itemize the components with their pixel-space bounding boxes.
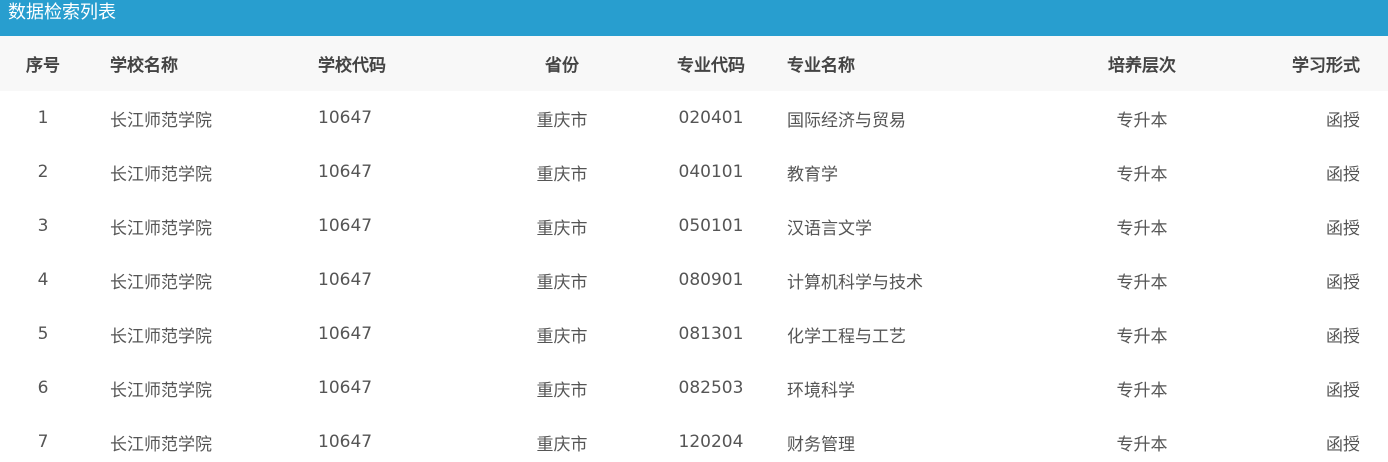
cell-index: 4 — [37, 270, 49, 290]
header-index: 序号 — [26, 56, 60, 76]
header-major-code: 专业代码 — [677, 56, 745, 76]
cell-province: 重庆市 — [536, 218, 588, 239]
table-row: 4 长江师范学院 10647 重庆市 080901 计算机科学与技术 专升本 函… — [0, 253, 1388, 307]
cell-school-name: 长江师范学院 — [110, 434, 212, 455]
header-school-code: 学校代码 — [318, 56, 386, 76]
cell-major-name: 教育学 — [787, 164, 838, 185]
cell-study-form: 函授 — [1326, 326, 1360, 347]
cell-major-code: 080901 — [678, 270, 744, 290]
cell-index: 1 — [37, 108, 49, 128]
cell-study-form: 函授 — [1326, 110, 1360, 131]
cell-major-code: 040101 — [678, 162, 744, 182]
cell-school-code: 10647 — [318, 162, 373, 182]
table-row: 5 长江师范学院 10647 重庆市 081301 化学工程与工艺 专升本 函授 — [0, 307, 1388, 361]
header-school-name: 学校名称 — [110, 56, 178, 76]
cell-level: 专升本 — [1116, 218, 1168, 239]
cell-major-code: 050101 — [678, 216, 744, 236]
cell-level: 专升本 — [1116, 326, 1168, 347]
table-row: 3 长江师范学院 10647 重庆市 050101 汉语言文学 专升本 函授 — [0, 199, 1388, 253]
table-header: 序号 学校名称 学校代码 省份 专业代码 专业名称 培养层次 学习形式 — [0, 36, 1388, 91]
cell-school-name: 长江师范学院 — [110, 218, 212, 239]
cell-level: 专升本 — [1116, 434, 1168, 455]
cell-major-code: 020401 — [678, 108, 744, 128]
table-body: 1 长江师范学院 10647 重庆市 020401 国际经济与贸易 专升本 函授… — [0, 91, 1388, 462]
cell-level: 专升本 — [1116, 164, 1168, 185]
cell-province: 重庆市 — [536, 164, 588, 185]
panel-title: 数据检索列表 — [0, 0, 1388, 36]
cell-school-code: 10647 — [318, 270, 373, 290]
cell-index: 6 — [37, 378, 49, 398]
table-row: 1 长江师范学院 10647 重庆市 020401 国际经济与贸易 专升本 函授 — [0, 91, 1388, 145]
results-table: 序号 学校名称 学校代码 省份 专业代码 专业名称 培养层次 学习形式 1 长江… — [0, 36, 1388, 462]
cell-major-name: 国际经济与贸易 — [787, 110, 906, 131]
cell-major-name: 化学工程与工艺 — [787, 326, 906, 347]
cell-province: 重庆市 — [536, 380, 588, 401]
cell-school-code: 10647 — [318, 324, 373, 344]
cell-study-form: 函授 — [1326, 164, 1360, 185]
cell-study-form: 函授 — [1326, 218, 1360, 239]
cell-index: 3 — [37, 216, 49, 236]
cell-school-name: 长江师范学院 — [110, 272, 212, 293]
header-study-form: 学习形式 — [1292, 56, 1360, 76]
header-row: 序号 学校名称 学校代码 省份 专业代码 专业名称 培养层次 学习形式 — [0, 36, 1388, 91]
cell-study-form: 函授 — [1326, 434, 1360, 455]
header-level: 培养层次 — [1108, 56, 1176, 76]
cell-province: 重庆市 — [536, 272, 588, 293]
cell-major-name: 环境科学 — [787, 380, 855, 401]
cell-school-code: 10647 — [318, 432, 373, 452]
cell-school-name: 长江师范学院 — [110, 326, 212, 347]
cell-index: 7 — [37, 432, 49, 452]
cell-major-code: 081301 — [678, 324, 744, 344]
cell-province: 重庆市 — [536, 110, 588, 131]
header-province: 省份 — [545, 56, 579, 76]
cell-study-form: 函授 — [1326, 272, 1360, 293]
table-row: 6 长江师范学院 10647 重庆市 082503 环境科学 专升本 函授 — [0, 361, 1388, 415]
cell-school-code: 10647 — [318, 108, 373, 128]
cell-school-code: 10647 — [318, 378, 373, 398]
table-row: 2 长江师范学院 10647 重庆市 040101 教育学 专升本 函授 — [0, 145, 1388, 199]
cell-study-form: 函授 — [1326, 380, 1360, 401]
data-search-panel: 数据检索列表 序号 学校名称 学校代码 省份 专业代码 专业名称 培养层次 学习… — [0, 0, 1388, 462]
table-row: 7 长江师范学院 10647 重庆市 120204 财务管理 专升本 函授 — [0, 415, 1388, 462]
header-major-name: 专业名称 — [787, 56, 855, 76]
cell-province: 重庆市 — [536, 434, 588, 455]
cell-level: 专升本 — [1116, 380, 1168, 401]
cell-school-name: 长江师范学院 — [110, 110, 212, 131]
cell-level: 专升本 — [1116, 110, 1168, 131]
cell-school-code: 10647 — [318, 216, 373, 236]
cell-major-code: 082503 — [678, 378, 744, 398]
cell-index: 2 — [37, 162, 49, 182]
cell-index: 5 — [37, 324, 49, 344]
cell-major-name: 财务管理 — [787, 434, 855, 455]
cell-level: 专升本 — [1116, 272, 1168, 293]
cell-major-code: 120204 — [678, 432, 744, 452]
cell-major-name: 计算机科学与技术 — [787, 272, 923, 293]
cell-major-name: 汉语言文学 — [787, 218, 872, 239]
cell-province: 重庆市 — [536, 326, 588, 347]
cell-school-name: 长江师范学院 — [110, 380, 212, 401]
cell-school-name: 长江师范学院 — [110, 164, 212, 185]
